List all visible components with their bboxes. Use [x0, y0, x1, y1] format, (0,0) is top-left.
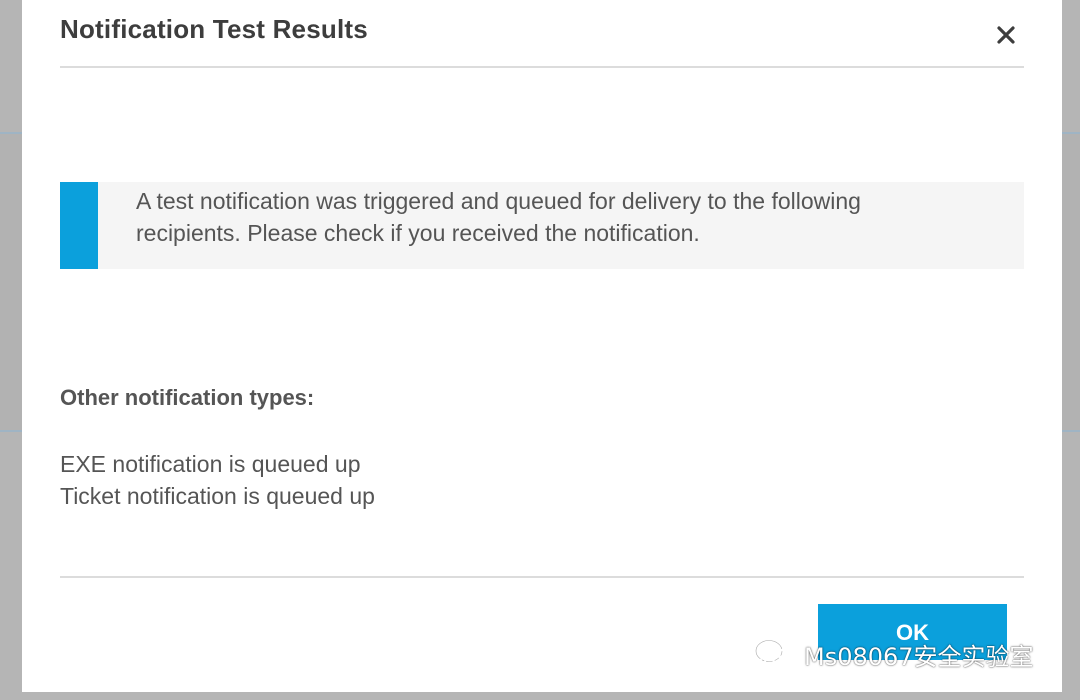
backdrop-divider — [0, 132, 22, 134]
backdrop-divider — [1062, 430, 1080, 432]
backdrop-divider — [1062, 132, 1080, 134]
ticket-notification-status: Ticket notification is queued up — [60, 483, 375, 509]
info-alert: A test notification was triggered and qu… — [60, 182, 1024, 269]
exe-notification-status: EXE notification is queued up — [60, 451, 361, 477]
dialog-header: Notification Test Results — [60, 0, 1024, 68]
dialog-title: Notification Test Results — [60, 14, 368, 44]
close-button[interactable] — [988, 14, 1024, 50]
other-notification-types-heading: Other notification types: — [60, 385, 315, 410]
info-message: A test notification was triggered and qu… — [136, 188, 861, 246]
notification-test-dialog: Notification Test Results A test notific… — [22, 0, 1062, 692]
watermark-text: Ms08067安全实验室 — [804, 642, 1034, 671]
close-icon — [997, 26, 1015, 44]
notification-status-list: EXE notification is queued up Ticket not… — [60, 448, 375, 512]
watermark: Ms08067安全实验室 — [754, 634, 1034, 674]
info-accent-bar — [60, 182, 98, 269]
footer-divider — [60, 576, 1024, 578]
backdrop-divider — [0, 430, 22, 432]
wechat-icon — [754, 639, 795, 670]
